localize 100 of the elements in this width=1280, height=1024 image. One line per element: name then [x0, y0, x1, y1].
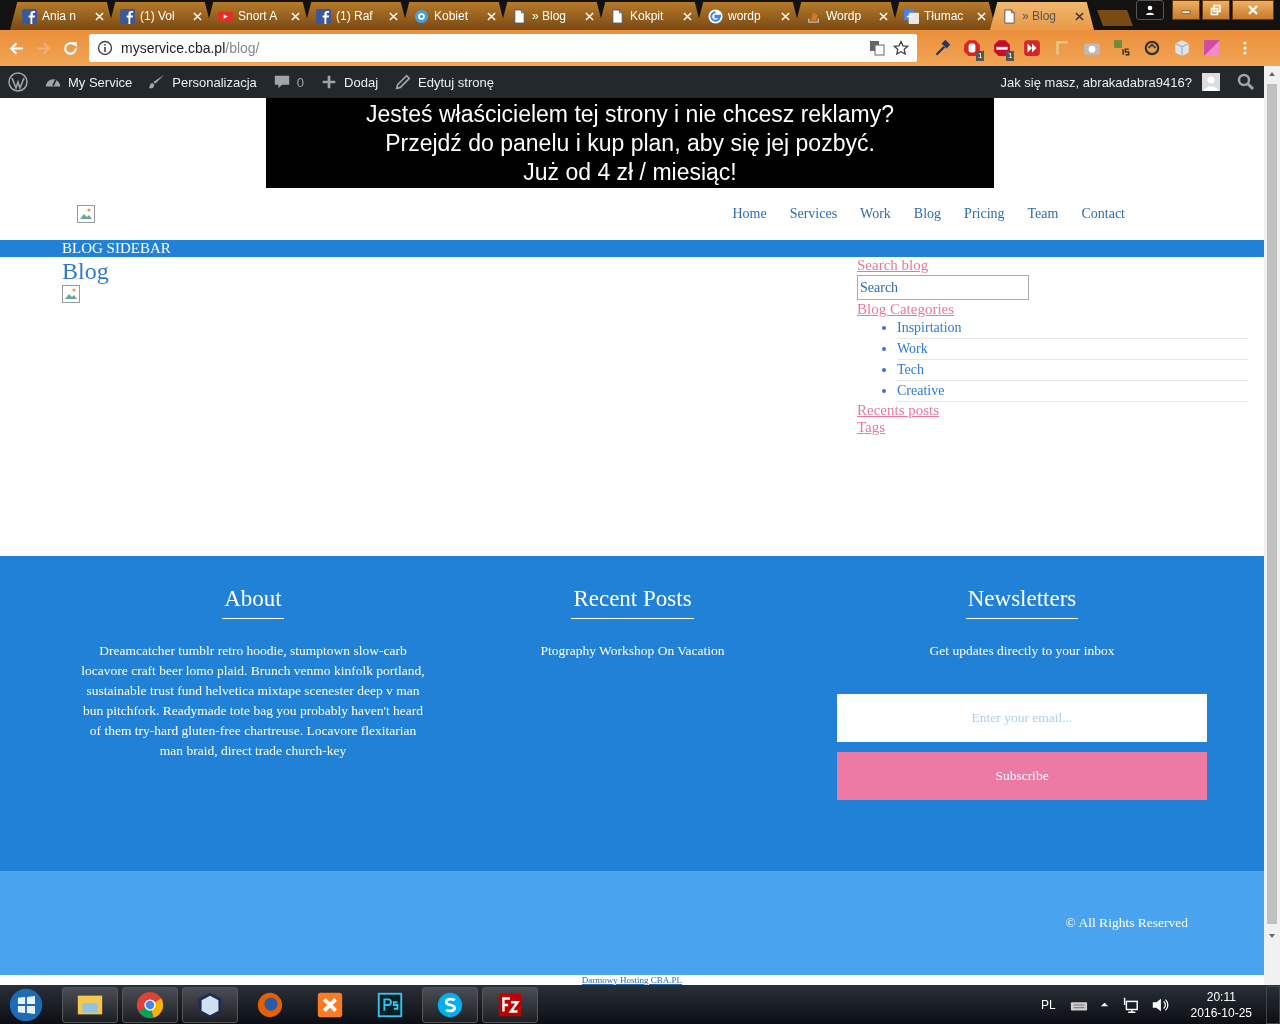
fast-forward-icon[interactable]	[1023, 39, 1041, 57]
star-icon[interactable]	[893, 40, 909, 56]
bullet-icon	[882, 368, 886, 372]
search-field[interactable]: Search	[857, 275, 1029, 300]
clock-time: 20:11	[1206, 988, 1236, 1005]
bullet-icon	[882, 389, 886, 393]
comments-menu-item[interactable]: 0	[272, 73, 305, 91]
category-link[interactable]: Inspirtation	[897, 320, 962, 336]
taskbar-app-button[interactable]	[62, 986, 118, 1023]
extension-badge: 1	[976, 51, 985, 61]
ad-text: Jesteś właścicielem tej strony i nie chcesz reklamy?	[366, 99, 894, 129]
tab-title: Kokpit	[630, 9, 665, 23]
widget-heading-link[interactable]: Blog Categories	[857, 301, 955, 318]
nav-link[interactable]: Services	[789, 206, 838, 222]
wordpress-logo-icon[interactable]	[8, 72, 28, 92]
bullet-icon	[882, 326, 886, 330]
tab-title: (1) Raf	[336, 9, 374, 23]
translate-icon	[904, 8, 919, 24]
hand-stop-icon[interactable]	[963, 39, 981, 57]
about-text: Dreamcatcher tumblr retro hoodie, stumptown slow-carb locavore craft beer lomo plaid. Brunch venmo kinfolk portland, sustainable trust fund helvetica mixtape scenester deep v man bun pitchfork. Readymade tote bag you probably haven't heard of them try-hard gluten-free chartreuse. Locavore flexitarian man braid, direct trade church-key	[80, 642, 426, 760]
footer-heading: About	[222, 586, 284, 619]
f-logo-icon	[316, 8, 331, 24]
account-menu-item[interactable]: Jak się masz, abrakadabra9416?	[1000, 73, 1220, 91]
browser-tab[interactable]: » Blog	[990, 2, 1094, 30]
tab-title: Wordp	[826, 9, 863, 23]
comment-icon	[272, 73, 291, 91]
broken-image-icon	[77, 205, 95, 223]
widget-heading-link[interactable]: Tags	[857, 419, 886, 436]
close-button[interactable]	[1232, 0, 1274, 20]
edit-page-menu-item[interactable]: Edytuj stronę	[394, 73, 494, 91]
page-title: Blog	[62, 257, 110, 285]
taskbar-app-button[interactable]	[182, 986, 238, 1023]
stop-sign-icon[interactable]	[993, 39, 1011, 57]
sync-icon[interactable]	[1143, 39, 1161, 57]
page-icon	[1002, 8, 1017, 24]
hosting-link[interactable]: Darmowy Hosting CBA.PL	[581, 975, 683, 985]
js-icon[interactable]	[1113, 39, 1131, 57]
tab-title: Tłumac	[924, 9, 965, 23]
category-link[interactable]: Creative	[897, 383, 945, 399]
tab-title: Kobiet	[434, 9, 470, 23]
close-icon	[1247, 4, 1259, 16]
email-field[interactable]: Enter your email...	[837, 694, 1207, 742]
dropper-icon[interactable]	[933, 39, 951, 57]
taskbar-app-button[interactable]	[422, 986, 478, 1023]
scrollbar[interactable]	[1264, 66, 1280, 985]
nav-link[interactable]: Home	[732, 206, 767, 222]
page-icon	[512, 8, 527, 24]
sidebar-bar-title: BLOG SIDEBAR	[62, 240, 171, 256]
ad-banner[interactable]: Jesteś właścicielem tej strony i nie chcesz reklamy? Przejdź do panelu i kup plan, aby się jej pozbyć. Już od 4 zł / miesiąc!	[266, 98, 994, 188]
site-menu-item[interactable]: My Service	[44, 73, 133, 91]
f-logo-icon	[120, 8, 135, 24]
tab-title: (1) Vol	[140, 9, 176, 23]
nav-link[interactable]: Contact	[1081, 206, 1125, 222]
f-logo-icon	[22, 8, 37, 24]
nav-link[interactable]: Blog	[913, 206, 942, 222]
pencil-icon	[394, 73, 413, 91]
language-indicator[interactable]: PL	[1040, 997, 1056, 1012]
new-menu-item[interactable]: Dodaj	[320, 73, 379, 91]
tab-title: » Blog	[532, 9, 568, 23]
close-icon[interactable]	[1075, 11, 1084, 21]
search-icon[interactable]	[1236, 72, 1256, 92]
extension-badge: 1	[1006, 51, 1015, 61]
broken-image-icon	[62, 285, 80, 303]
copyright-text: © All Rights Reserved	[1065, 915, 1188, 931]
clock[interactable]: 20:11 2016-10-25	[1190, 988, 1252, 1021]
avatar-icon	[1202, 73, 1220, 91]
restore-icon	[1210, 4, 1222, 16]
person-icon	[1144, 4, 1156, 16]
nav-link[interactable]: Work	[860, 206, 891, 222]
minimize-button[interactable]	[1172, 0, 1200, 20]
info-icon[interactable]	[97, 40, 113, 56]
url-text: myservice.cba.pl/blog/	[121, 40, 260, 56]
scroll-thumb[interactable]	[1267, 84, 1277, 924]
tab-title: » Blog	[1022, 9, 1058, 23]
page-icon	[610, 8, 625, 24]
ad-text: Przejdź do panelu i kup plan, aby się jej pozbyć.	[385, 128, 875, 158]
tab-title: wordp	[728, 9, 762, 23]
address-bar[interactable]: myservice.cba.pl/blog/	[89, 34, 917, 62]
widget-heading-link[interactable]: Search blog	[857, 257, 929, 274]
bullet-icon	[882, 347, 886, 351]
profile-button[interactable]	[1136, 0, 1164, 20]
category-link[interactable]: Work	[897, 341, 928, 357]
restore-button[interactable]	[1202, 0, 1230, 20]
g-logo-icon	[708, 8, 723, 24]
taskbar-app-button[interactable]	[482, 986, 538, 1023]
customize-menu-item[interactable]: Personalizacja	[148, 73, 257, 91]
ad-text: Już od 4 zł / miesiąc!	[523, 157, 737, 187]
newsletter-text: Get updates directly to your inbox	[929, 642, 1115, 660]
translate-icon[interactable]	[869, 40, 885, 56]
tab-title: Snort A	[238, 9, 279, 23]
widget-heading-link[interactable]: Recents posts	[857, 402, 940, 419]
eye-icon	[414, 8, 429, 24]
caret-icon[interactable]	[1099, 1000, 1109, 1009]
category-link[interactable]: Tech	[897, 362, 924, 378]
taskbar-app-button[interactable]	[122, 986, 178, 1023]
browser-logo-icon	[135, 989, 165, 1020]
nav-link[interactable]: Team	[1027, 206, 1059, 222]
clock-date: 2016-10-25	[1190, 1004, 1252, 1021]
nav-link[interactable]: Pricing	[964, 206, 1005, 222]
post-link[interactable]: Ptography Workshop On Vacation	[540, 641, 725, 661]
